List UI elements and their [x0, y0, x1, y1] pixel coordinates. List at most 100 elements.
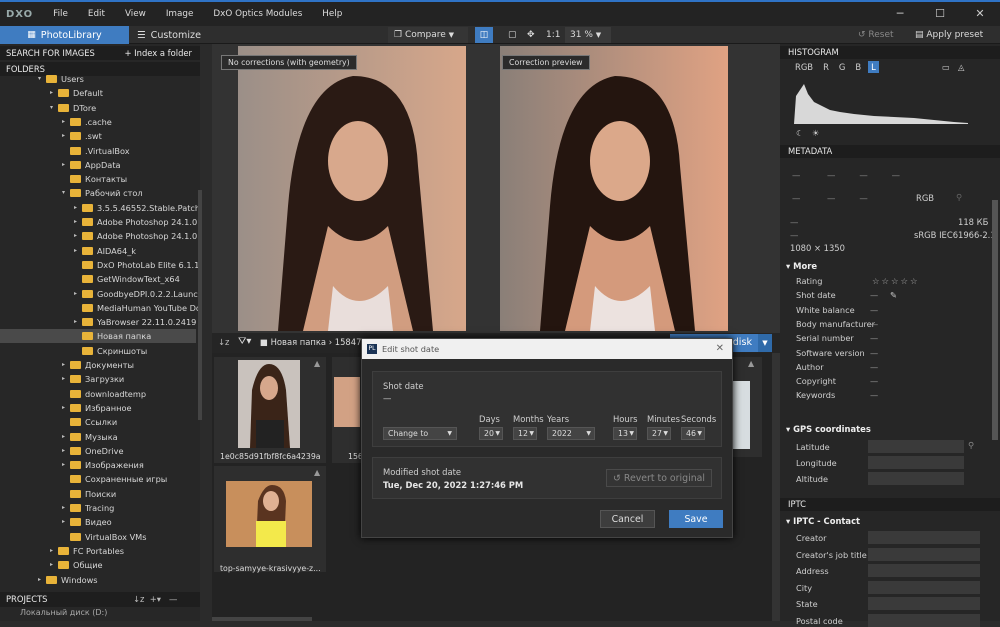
hours-select[interactable]: 13 ▼ — [613, 427, 637, 440]
save-button[interactable]: Save — [669, 510, 723, 528]
folder-item[interactable]: GetWindowText_x64 — [74, 272, 180, 286]
folder-item[interactable]: ▸ GoodbyeDPI.0.2.2.Launcher. — [74, 287, 200, 301]
expand-arrow-icon[interactable]: ▸ — [38, 573, 46, 587]
expand-arrow-icon[interactable]: ▾ — [50, 101, 58, 115]
expand-arrow-icon[interactable]: ▸ — [62, 358, 70, 372]
cancel-button[interactable]: Cancel — [600, 510, 655, 528]
folder-item[interactable]: MediaHuman YouTube Dow — [74, 301, 200, 315]
minimize-icon[interactable]: ─ — [880, 2, 920, 26]
split-view-button[interactable]: ◫ — [475, 27, 493, 43]
folder-item[interactable]: ▸ 3.5.5.46552.Stable.Patch.PRC — [74, 201, 200, 215]
edit-pencil-icon[interactable]: ✎ — [890, 290, 897, 300]
folder-item[interactable]: ▸ Документы — [62, 358, 134, 372]
folder-item[interactable]: ▸ Изображения — [62, 458, 144, 472]
gps-field-input[interactable] — [868, 440, 964, 453]
folder-item[interactable]: ▾ Users — [38, 72, 84, 86]
folder-item[interactable]: ▸ Tracing — [62, 501, 114, 515]
folder-item[interactable]: .VirtualBox — [62, 144, 130, 158]
expand-arrow-icon[interactable]: ▸ — [50, 86, 58, 100]
index-folder-link[interactable]: + Index a folder — [124, 46, 192, 60]
folder-item[interactable]: ▾ DTore — [50, 101, 96, 115]
softproof-icon[interactable]: ◬ — [958, 62, 964, 72]
gps-section[interactable]: ▾ GPS coordinates — [786, 424, 871, 434]
filmstrip-scrollbar[interactable] — [212, 617, 312, 621]
seconds-select[interactable]: 46 ▼ — [681, 427, 705, 440]
channel-g[interactable]: G — [836, 61, 849, 73]
search-images[interactable]: SEARCH FOR IMAGES + Index a folder — [0, 46, 200, 60]
folder-item[interactable]: ▾ Рабочий стол — [62, 186, 143, 200]
expand-arrow-icon[interactable]: ▸ — [62, 501, 70, 515]
expand-arrow-icon[interactable]: ▸ — [62, 430, 70, 444]
folder-item[interactable]: ▸ FC Portables — [50, 544, 124, 558]
expand-arrow-icon[interactable]: ▸ — [62, 515, 70, 529]
folder-item[interactable]: DxO PhotoLab Elite 6.1.1 bui — [74, 258, 200, 272]
zoom-select[interactable]: 31 % ▼ — [565, 27, 611, 43]
folder-item[interactable]: ▸ Общие — [50, 558, 103, 572]
menu-optics-modules[interactable]: DxO Optics Modules — [213, 9, 302, 19]
compare-button[interactable]: ❐ Compare ▼ — [388, 27, 468, 43]
gps-field-input[interactable] — [868, 456, 964, 469]
folder-item[interactable]: ▸ Adobe Photoshop 24.1.0.166 — [74, 229, 200, 243]
channel-l[interactable]: L — [868, 61, 879, 73]
channel-rgb[interactable]: RGB — [792, 61, 816, 73]
folder-item[interactable]: VirtualBox VMs — [62, 530, 147, 544]
menu-edit[interactable]: Edit — [88, 9, 105, 19]
folder-item[interactable]: ▸ Windows — [38, 573, 98, 587]
folder-item[interactable]: ▸ Видео — [62, 515, 112, 529]
iptc-field-input[interactable] — [868, 531, 980, 544]
folder-item[interactable]: ▸ .swt — [62, 129, 102, 143]
iptc-field-input[interactable] — [868, 597, 980, 610]
tab-customize[interactable]: ☰ Customize — [129, 26, 209, 44]
iptc-field-input[interactable] — [868, 564, 980, 577]
folder-item[interactable]: ▸ Музыка — [62, 430, 118, 444]
reset-button[interactable]: ↺ Reset — [858, 27, 894, 43]
more-section[interactable]: ▾ More — [786, 261, 817, 271]
tree-scrollbar[interactable] — [198, 190, 202, 420]
folder-item[interactable]: ▸ OneDrive — [62, 444, 124, 458]
highlight-clipping-icon[interactable]: ☀ — [812, 128, 820, 138]
folder-item[interactable]: ▸ AIDA64_k — [74, 244, 136, 258]
shadow-clipping-icon[interactable]: ☾ — [796, 128, 804, 138]
expand-arrow-icon[interactable]: ▸ — [74, 315, 82, 329]
filter-icon[interactable]: ⛛▾ — [238, 336, 251, 347]
months-select[interactable]: 12 ▼ — [513, 427, 537, 440]
gps-field-input[interactable] — [868, 472, 964, 485]
apply-preset-button[interactable]: ▤ Apply preset — [915, 27, 983, 43]
revert-button[interactable]: ↺ Revert to original — [606, 469, 712, 487]
expand-arrow-icon[interactable]: ▸ — [62, 401, 70, 415]
folder-item[interactable]: Ссылки — [62, 415, 117, 429]
folder-item[interactable]: downloadtemp — [62, 387, 146, 401]
iptc-field-input[interactable] — [868, 613, 980, 627]
folder-item[interactable]: ▸ Adobe Photoshop 24.1.0.166 — [74, 215, 200, 229]
years-select[interactable]: 2022 ▼ — [547, 427, 595, 440]
change-mode-select[interactable]: Change to ▼ — [383, 427, 457, 440]
iptc-field-input[interactable] — [868, 547, 980, 561]
folder-item[interactable]: Скриншоты — [74, 344, 147, 358]
expand-arrow-icon[interactable]: ▸ — [74, 201, 82, 215]
thumbnail[interactable]: ▲ — [214, 357, 326, 463]
iptc-field-input[interactable] — [868, 580, 980, 594]
expand-arrow-icon[interactable]: ▸ — [62, 115, 70, 129]
right-scrollbar[interactable] — [992, 200, 998, 440]
expand-arrow-icon[interactable]: ▸ — [74, 229, 82, 243]
expand-arrow-icon[interactable]: ▸ — [74, 215, 82, 229]
monitor-icon[interactable]: ▭ — [942, 62, 950, 72]
folder-item[interactable]: ▸ Default — [50, 86, 103, 100]
thumbnail[interactable]: ▲ — [214, 466, 326, 572]
menu-image[interactable]: Image — [166, 9, 194, 19]
crop-icon[interactable]: ▢ — [508, 27, 520, 43]
gps-location-icon[interactable]: ⚲ — [968, 440, 974, 450]
thumbnail[interactable] — [332, 357, 362, 463]
rating-stars[interactable]: ☆☆☆☆☆ — [872, 276, 920, 286]
expand-arrow-icon[interactable]: ▸ — [62, 458, 70, 472]
ratio-button[interactable]: 1:1 — [546, 27, 560, 43]
menu-view[interactable]: View — [125, 9, 146, 19]
drive-item[interactable]: Локальный диск (D:) — [20, 609, 107, 617]
expand-arrow-icon[interactable]: ▸ — [74, 287, 82, 301]
folder-item[interactable]: ▸ .cache — [62, 115, 112, 129]
channel-r[interactable]: R — [820, 61, 832, 73]
tab-photolibrary[interactable]: ▦ PhotoLibrary — [0, 26, 129, 44]
folder-item[interactable]: ▸ Избранное — [62, 401, 132, 415]
folder-item[interactable]: Новая папка — [0, 329, 196, 344]
expand-arrow-icon[interactable]: ▸ — [62, 372, 70, 386]
